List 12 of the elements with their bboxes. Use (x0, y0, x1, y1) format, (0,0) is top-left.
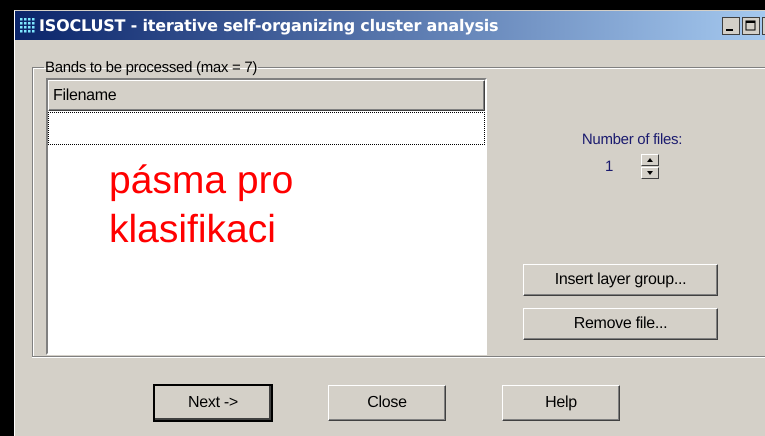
side-button[interactable]: Insert layer group... (523, 264, 718, 296)
count-value: 1 (604, 158, 614, 175)
window-title: ISOCLUST - iterative self-organizing cluster analysis (39, 16, 498, 35)
dialog-button[interactable]: Close (328, 385, 446, 421)
group-label: Bands to be processed (max = 7) (44, 59, 258, 76)
column-header[interactable]: Filename (48, 80, 485, 111)
dialog-button[interactable]: Next -> (154, 385, 272, 421)
dialog-button[interactable]: Help (502, 385, 620, 421)
count-label: Number of files: (582, 131, 682, 148)
side-button[interactable]: Remove file... (523, 308, 718, 340)
file-list[interactable]: Filename pásma pro klasifikaci (46, 78, 487, 355)
annotation-text: pásma pro klasifikaci (109, 158, 294, 253)
